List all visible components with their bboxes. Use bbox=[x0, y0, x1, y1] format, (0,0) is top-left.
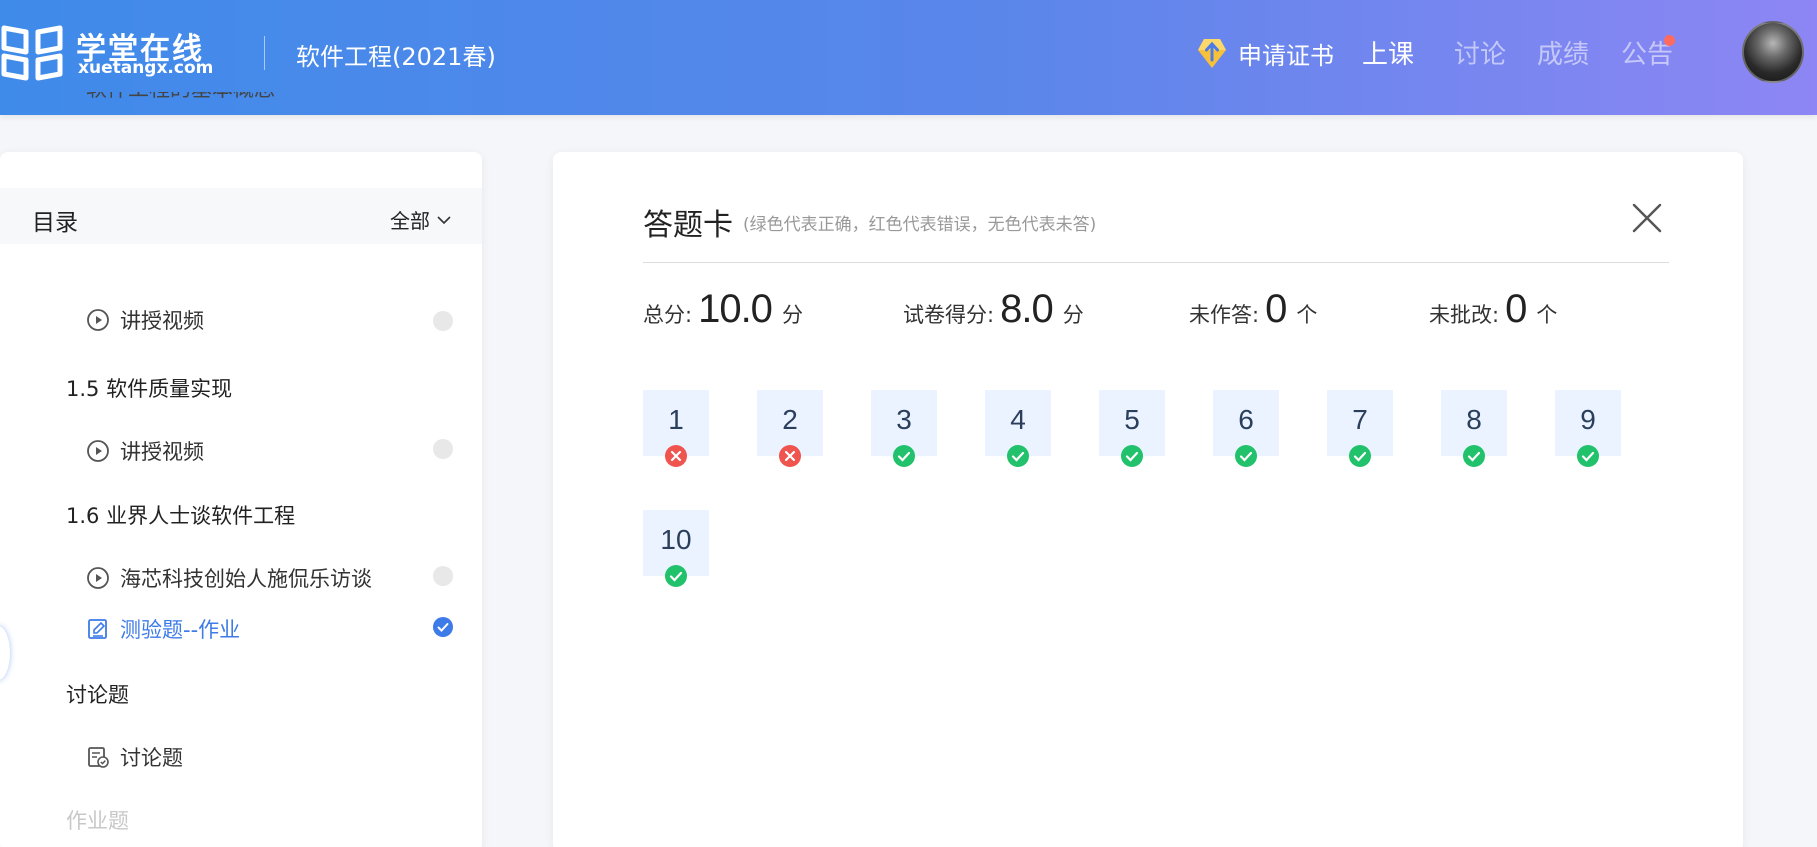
stat-label: 未作答: bbox=[1189, 303, 1260, 327]
answer-card-panel: 答题卡 (绿色代表正确，红色代表错误，无色代表未答) 总分: 10.0 分 试卷… bbox=[553, 152, 1743, 847]
nav-tab-discussion[interactable]: 讨论 bbox=[1454, 34, 1506, 71]
catalog-header: 目录 全部 bbox=[0, 188, 482, 244]
sidebar-section-homework-faded[interactable]: 作业题 bbox=[66, 805, 129, 835]
sidebar-item-label: 测验题--作业 bbox=[120, 618, 241, 642]
question-2-button[interactable]: 2 bbox=[757, 390, 823, 467]
stat-value: 0 bbox=[1505, 287, 1527, 331]
header-divider bbox=[264, 36, 265, 70]
correct-check-icon bbox=[1577, 445, 1599, 467]
answer-card-legend-note: (绿色代表正确，红色代表错误，无色代表未答) bbox=[743, 215, 1097, 235]
catalog-filter-dropdown[interactable]: 全部 bbox=[390, 205, 452, 234]
progress-status-dot bbox=[433, 566, 453, 586]
chevron-down-icon bbox=[437, 215, 451, 224]
user-avatar[interactable] bbox=[1742, 21, 1804, 83]
question-8-button[interactable]: 8 bbox=[1441, 390, 1507, 467]
play-circle-icon bbox=[87, 309, 109, 331]
question-4-button[interactable]: 4 bbox=[985, 390, 1051, 467]
stat-label: 总分: bbox=[643, 303, 693, 327]
question-number: 1 bbox=[668, 404, 684, 435]
question-number: 9 bbox=[1580, 404, 1596, 435]
sidebar-item-video-1-5[interactable]: 讲授视频 bbox=[86, 436, 204, 466]
nav-tab-class[interactable]: 上课 bbox=[1362, 34, 1414, 71]
correct-check-icon bbox=[665, 565, 687, 587]
completed-check-icon bbox=[433, 617, 453, 637]
sidebar-item-discussion[interactable]: 讨论题 bbox=[86, 742, 183, 772]
catalog-filter-label: 全部 bbox=[390, 209, 430, 233]
stat-label: 试卷得分: bbox=[903, 303, 995, 327]
question-6-button[interactable]: 6 bbox=[1213, 390, 1279, 467]
correct-check-icon bbox=[893, 445, 915, 467]
question-5-button[interactable]: 5 bbox=[1099, 390, 1165, 467]
sidebar-item-label: 海芯科技创始人施侃乐访谈 bbox=[120, 567, 372, 591]
notification-badge bbox=[1664, 35, 1675, 46]
question-1-button[interactable]: 1 bbox=[643, 390, 709, 467]
question-number: 8 bbox=[1466, 404, 1482, 435]
stat-label: 未批改: bbox=[1429, 303, 1500, 327]
edit-doc-icon bbox=[88, 619, 107, 639]
stat-value: 10.0 bbox=[698, 287, 773, 331]
question-number: 2 bbox=[782, 404, 798, 435]
correct-check-icon bbox=[1121, 445, 1143, 467]
stat-value: 0 bbox=[1265, 287, 1287, 331]
play-circle-icon bbox=[87, 567, 109, 589]
question-7-button[interactable]: 7 bbox=[1327, 390, 1393, 467]
stat-unanswered: 未作答: 0 个 bbox=[1189, 287, 1317, 332]
apply-certificate-button[interactable]: 申请证书 bbox=[1196, 36, 1334, 70]
sidebar-partial-section-title: 软件工程的基本概念 bbox=[86, 92, 275, 104]
progress-status-dot bbox=[433, 311, 453, 331]
answer-card-divider bbox=[643, 262, 1669, 263]
sidebar-item-quiz-homework[interactable]: 测验题--作业 bbox=[86, 614, 240, 644]
sidebar-item-label: 讲授视频 bbox=[120, 309, 204, 333]
discussion-doc-icon bbox=[88, 747, 109, 768]
correct-check-icon bbox=[1463, 445, 1485, 467]
stat-ungraded: 未批改: 0 个 bbox=[1429, 287, 1557, 332]
course-title: 软件工程(2021春) bbox=[296, 43, 496, 71]
play-circle-icon bbox=[87, 440, 109, 462]
wrong-x-icon bbox=[779, 445, 801, 467]
stat-value: 8.0 bbox=[1000, 287, 1054, 331]
close-icon[interactable] bbox=[1630, 201, 1664, 235]
correct-check-icon bbox=[1007, 445, 1029, 467]
sidebar-section-1-6[interactable]: 1.6 业界人士谈软件工程 bbox=[66, 500, 295, 530]
answer-card-title: 答题卡 bbox=[643, 208, 733, 243]
question-number: 6 bbox=[1238, 404, 1254, 435]
stat-unit: 分 bbox=[1062, 303, 1084, 327]
question-number: 3 bbox=[896, 404, 912, 435]
sidebar-section-discussion[interactable]: 讨论题 bbox=[66, 679, 129, 709]
question-3-button[interactable]: 3 bbox=[871, 390, 937, 467]
question-number: 4 bbox=[1010, 404, 1026, 435]
sidebar-item-label: 讲授视频 bbox=[120, 440, 204, 464]
wrong-x-icon bbox=[665, 445, 687, 467]
xuetangx-logo-icon[interactable] bbox=[0, 22, 64, 82]
sidebar-item-interview-video[interactable]: 海芯科技创始人施侃乐访谈 bbox=[86, 563, 372, 593]
logo-english-text: xuetangx.com bbox=[78, 58, 214, 78]
sidebar-section-1-5[interactable]: 1.5 软件质量实现 bbox=[66, 373, 232, 403]
question-number: 5 bbox=[1124, 404, 1140, 435]
correct-check-icon bbox=[1349, 445, 1371, 467]
catalog-title: 目录 bbox=[32, 210, 78, 236]
question-9-button[interactable]: 9 bbox=[1555, 390, 1621, 467]
stat-total-score: 总分: 10.0 分 bbox=[643, 287, 803, 332]
stat-unit: 分 bbox=[781, 303, 803, 327]
question-number: 10 bbox=[660, 524, 692, 555]
question-10-button[interactable]: 10 bbox=[643, 510, 709, 587]
sidebar-item-label: 讨论题 bbox=[120, 746, 183, 770]
apply-certificate-label: 申请证书 bbox=[1238, 41, 1334, 70]
correct-check-icon bbox=[1235, 445, 1257, 467]
stat-exam-score: 试卷得分: 8.0 分 bbox=[903, 287, 1084, 332]
stat-unit: 个 bbox=[1296, 303, 1318, 327]
sidebar-item-video-1-4[interactable]: 讲授视频 bbox=[86, 305, 204, 335]
nav-tab-grades[interactable]: 成绩 bbox=[1537, 34, 1589, 71]
question-number: 7 bbox=[1352, 404, 1368, 435]
diamond-icon bbox=[1198, 39, 1226, 68]
progress-status-dot bbox=[433, 439, 453, 459]
stat-unit: 个 bbox=[1536, 303, 1558, 327]
